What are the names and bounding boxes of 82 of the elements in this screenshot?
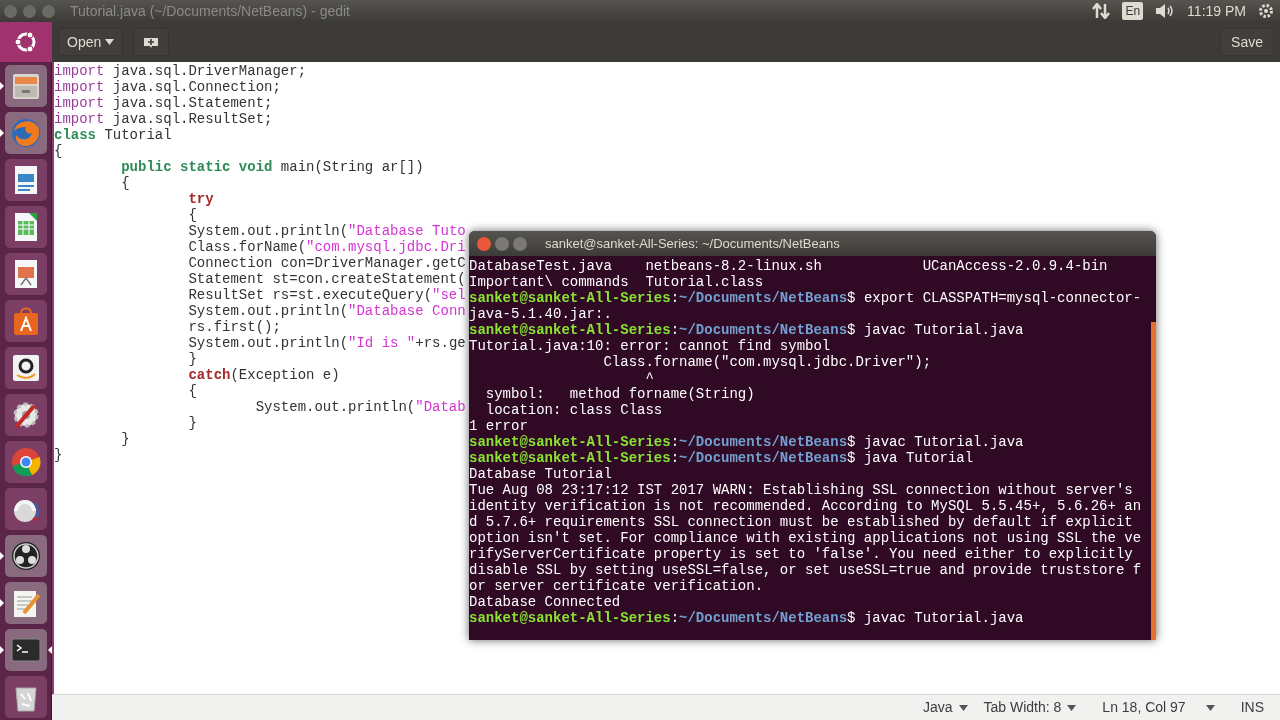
- terminal-prompt-line: sanket@sanket-All-Series:~/Documents/NetBeans$ java Tutorial: [469, 450, 975, 466]
- language-selector[interactable]: Java: [922, 697, 968, 718]
- terminal-output-line: location: class Class: [484, 402, 663, 418]
- new-document-icon: [144, 36, 159, 48]
- open-button[interactable]: Open: [58, 28, 124, 56]
- code-line: System.out.println("Datab: [254, 399, 466, 415]
- code-line: Statement st=con.createStatement(: [187, 271, 466, 287]
- terminal-title: sanket@sanket-All-Series: ~/Documents/NetBeans: [545, 234, 840, 253]
- code-line: {: [187, 207, 197, 223]
- code-line: ResultSet rs=st.executeQuery("sel: [187, 287, 466, 303]
- power-gear-icon[interactable]: [1258, 3, 1274, 19]
- launcher-item[interactable]: [4, 158, 47, 201]
- launcher-item[interactable]: [4, 534, 47, 577]
- caret-icon: [105, 39, 115, 45]
- code-line: }: [187, 415, 197, 431]
- keyboard-layout-indicator[interactable]: En: [1122, 2, 1144, 20]
- terminal-output-line: Tue Aug 08 23:17:12 IST 2017 WARN: Establishing SSL connection without server's: [469, 482, 1133, 498]
- code-line: import java.sql.Statement;: [54, 95, 273, 111]
- dash-button[interactable]: [0, 22, 52, 62]
- terminal-output-line: 1 error: [469, 418, 528, 434]
- code-line: }: [54, 447, 63, 463]
- terminal-output-line: Important\ commands Tutorial.class: [469, 274, 764, 290]
- volume-icon[interactable]: [1155, 3, 1176, 19]
- terminal-output-line: Database Connected: [469, 594, 621, 610]
- terminal-output-line: symbol: method forname(String): [484, 386, 755, 402]
- terminal-output-line: rifyServerCertificate property is set to 'false'. You need either to explicitly: [469, 546, 1133, 562]
- terminal-output-line: DatabaseTest.java netbeans-8.2-linux.sh UCanAccess-2.0.9.4-bin: [469, 258, 1108, 274]
- terminal-output-line: Tutorial.java:10: error: cannot find symbol: [469, 338, 831, 354]
- code-line: import java.sql.Connection;: [54, 79, 281, 95]
- terminal-output-line: java-5.1.40.jar:.: [469, 306, 612, 322]
- terminal-output-line: identity verification is not recommended. According to MySQL 5.5.45+, 5.6.26+ an: [469, 498, 1142, 514]
- terminal-output-line: or server certificate verification.: [469, 578, 764, 594]
- launcher-item[interactable]: [4, 64, 47, 107]
- new-tab-button[interactable]: [133, 28, 170, 56]
- code-line: import java.sql.ResultSet;: [54, 111, 273, 127]
- code-line: System.out.println("Database Conn: [187, 303, 466, 319]
- code-line: Class.forName("com.mysql.jdbc.Dri: [187, 239, 466, 255]
- code-line: System.out.println("Database Tuto: [187, 223, 466, 239]
- code-line: {: [187, 383, 197, 399]
- insert-mode: INS: [1240, 698, 1264, 717]
- terminal-output-line: Class.forname("com.mysql.jdbc.Driver");: [602, 354, 932, 370]
- code-line: }: [187, 351, 197, 367]
- terminal-output-line: ^: [644, 370, 654, 386]
- cursor-position-selector[interactable]: Ln 18, Col 97: [1102, 697, 1215, 718]
- code-line: rs.first();: [187, 319, 281, 335]
- scrollbar-thumb[interactable]: [1151, 322, 1156, 640]
- launcher-item[interactable]: [4, 393, 47, 436]
- terminal-output-line: disable SSL by setting useSSL=false, or set useSSL=true and provide truststore f: [469, 562, 1142, 578]
- code-line: try: [187, 191, 214, 207]
- caret-icon: [1067, 704, 1077, 711]
- launcher-item[interactable]: [4, 205, 47, 248]
- save-button[interactable]: Save: [1220, 28, 1274, 56]
- caret-icon: [1205, 704, 1215, 711]
- code-line: class Tutorial: [54, 127, 172, 143]
- code-line: System.out.println("Id is "+rs.ge: [187, 335, 466, 351]
- launcher-item[interactable]: [4, 675, 47, 718]
- launcher-item[interactable]: [4, 299, 47, 342]
- clock[interactable]: 11:19 PM: [1187, 0, 1246, 22]
- code-line: Connection con=DriverManager.getC: [187, 255, 466, 271]
- window-title: Tutorial.java (~/Documents/NetBeans) - gedit: [70, 1, 350, 21]
- terminal-prompt-line: sanket@sanket-All-Series:~/Documents/NetBeans$ javac Tutorial.java: [469, 322, 1025, 338]
- caret-icon: [958, 704, 968, 711]
- terminal-prompt-line: sanket@sanket-All-Series:~/Documents/NetBeans$ javac Tutorial.java: [469, 610, 1025, 626]
- code-line: {: [120, 175, 130, 191]
- launcher-item[interactable]: [4, 346, 47, 389]
- terminal-prompt-line: sanket@sanket-All-Series:~/Documents/NetBeans$ export CLASSPATH=mysql-connector-: [469, 290, 1143, 306]
- terminal-output-line: option isn't set. For compliance with existing applications not using SSL the ve: [469, 530, 1142, 546]
- terminal-output-line: Database Tutorial: [469, 466, 612, 482]
- close-window-icon[interactable]: [477, 236, 491, 251]
- code-line: }: [120, 431, 130, 447]
- terminal-prompt-line: sanket@sanket-All-Series:~/Documents/NetBeans$ javac Tutorial.java: [469, 434, 1025, 450]
- launcher-item[interactable]: [4, 440, 47, 483]
- code-line: public static void main(String ar[]): [120, 159, 424, 175]
- launcher-item[interactable]: [4, 487, 47, 530]
- launcher-item[interactable]: [4, 581, 47, 624]
- launcher-item[interactable]: [4, 252, 47, 295]
- tab-width-selector[interactable]: Tab Width: 8: [983, 697, 1077, 718]
- terminal-output-line: d 5.7.6+ requirements SSL connection must be established by default if explicit: [469, 514, 1133, 530]
- code-line: catch(Exception e): [187, 367, 340, 383]
- code-line: {: [54, 143, 63, 159]
- network-arrows-icon[interactable]: [1092, 3, 1111, 19]
- code-line: import java.sql.DriverManager;: [54, 63, 307, 79]
